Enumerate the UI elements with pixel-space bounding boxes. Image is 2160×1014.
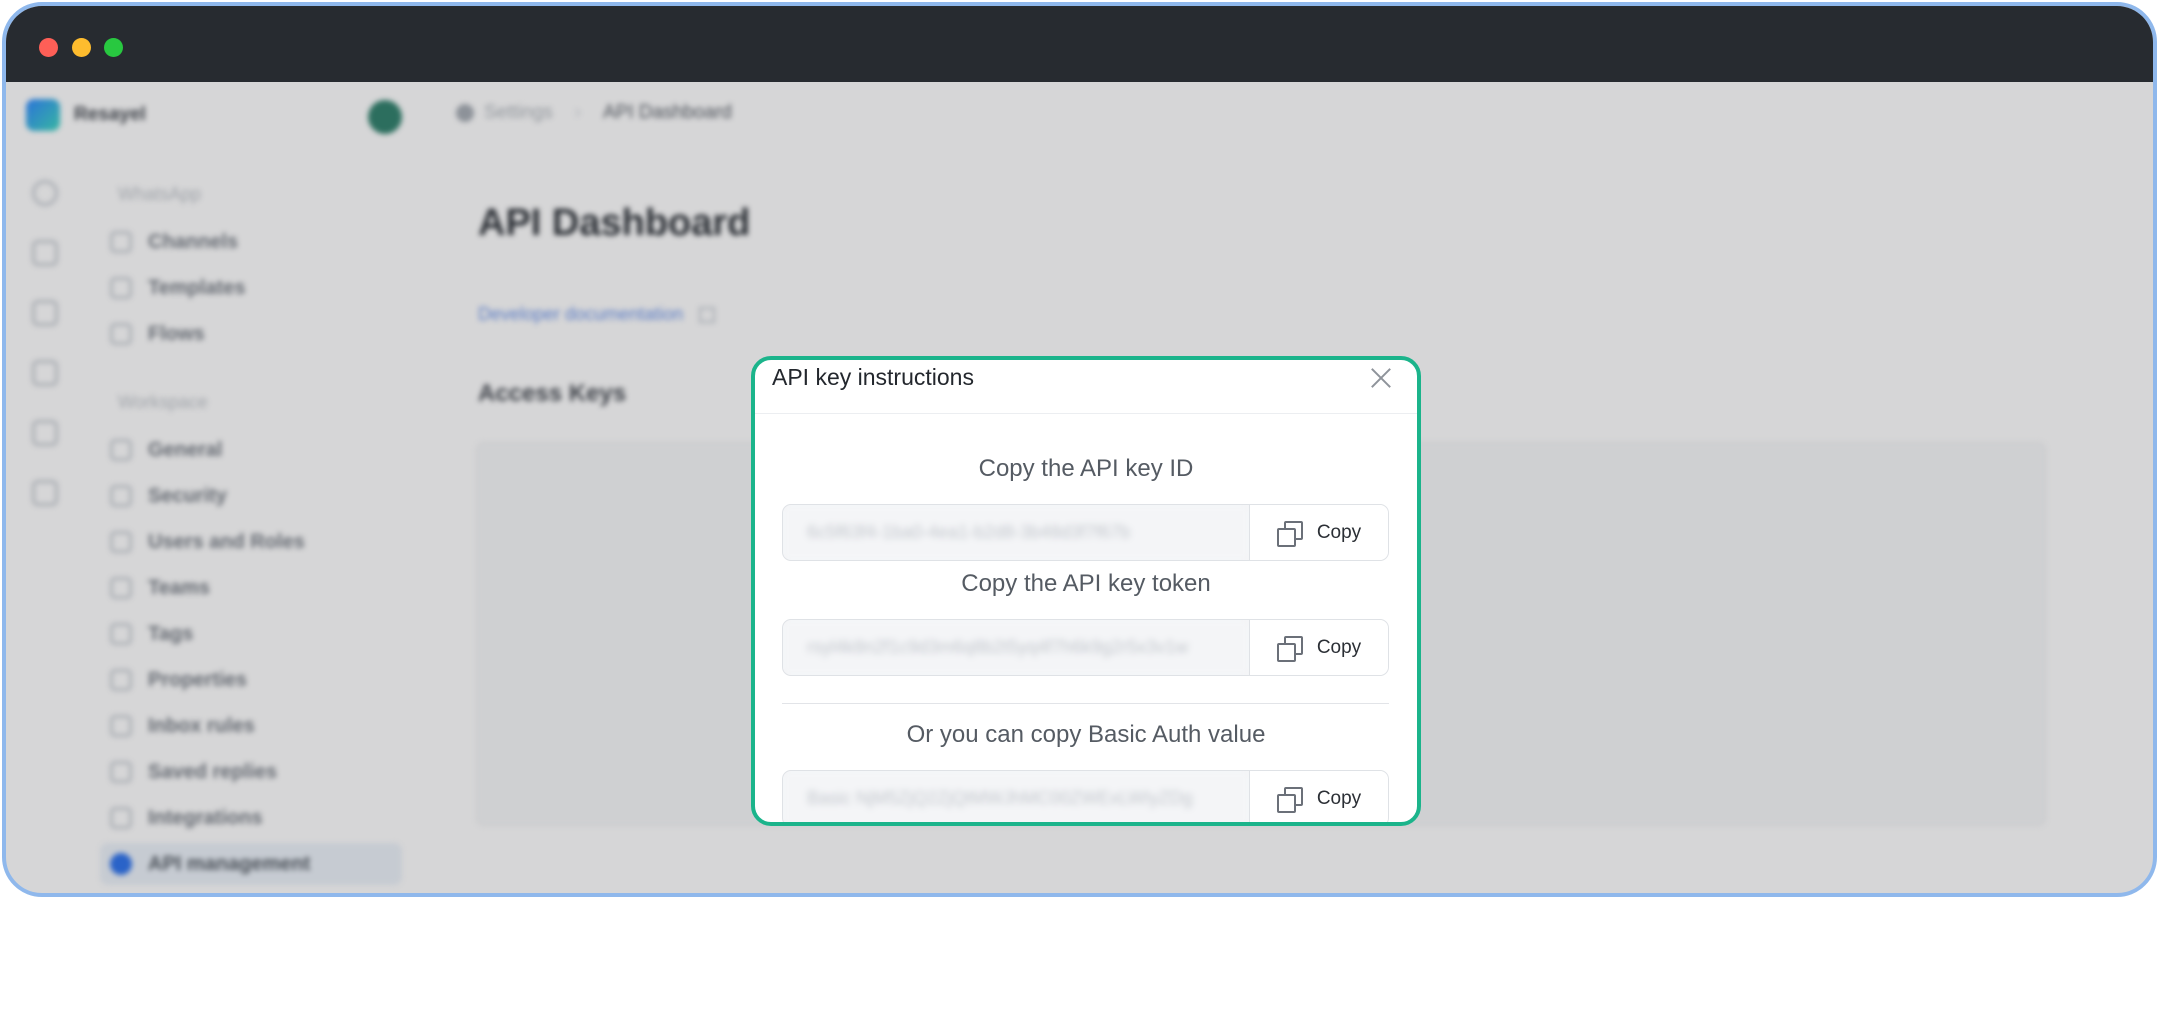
- copy-icon: [1276, 520, 1303, 547]
- sidebar-item-label: Users and Roles: [148, 530, 305, 553]
- shield-icon: [110, 485, 132, 507]
- modal-divider: [782, 703, 1389, 704]
- sidebar-item-channels[interactable]: Channels: [110, 224, 400, 260]
- sidebar-item-templates[interactable]: Templates: [110, 270, 400, 306]
- sidebar-item-label: Security: [148, 484, 227, 507]
- sidebar-item-inbox-rules[interactable]: Inbox rules: [110, 708, 400, 744]
- api-key-id-label: Copy the API key ID: [978, 455, 1194, 482]
- external-link-icon: [699, 306, 716, 323]
- breadcrumb-current: API Dashboard: [602, 102, 732, 123]
- app-body: Resayel WhatsApp Channels Templates Flow…: [6, 82, 2153, 893]
- api-key-id-row: Copy: [782, 504, 1389, 561]
- properties-icon: [110, 669, 132, 691]
- avatar[interactable]: [368, 100, 402, 134]
- copy-basic-auth-button[interactable]: Copy: [1249, 771, 1388, 822]
- sidebar-item-users-and-roles[interactable]: Users and Roles: [110, 524, 400, 560]
- window-titlebar: [6, 6, 2153, 82]
- modal-header: API key instructions: [755, 360, 1417, 414]
- teams-icon: [110, 577, 132, 599]
- contacts-icon[interactable]: [32, 300, 58, 326]
- api-key-instructions-modal: API key instructions Copy the API key ID…: [751, 356, 1421, 826]
- integrations-icon: [110, 807, 132, 829]
- app-window: Resayel WhatsApp Channels Templates Flow…: [2, 2, 2157, 897]
- channels-icon: [110, 231, 132, 253]
- sidebar-item-tags[interactable]: Tags: [110, 616, 400, 652]
- api-key-token-row: Copy: [782, 619, 1389, 676]
- sidebar-item-label: Teams: [148, 576, 210, 599]
- breadcrumb-settings-link[interactable]: Settings: [484, 102, 553, 124]
- chat-icon[interactable]: [32, 240, 58, 266]
- api-key-token-field[interactable]: [783, 620, 1249, 675]
- api-key-id-field[interactable]: [783, 505, 1249, 560]
- sidebar-item-label: Tags: [148, 622, 194, 645]
- developer-documentation-link[interactable]: Developer documentation: [478, 304, 716, 325]
- close-icon[interactable]: [1367, 364, 1395, 392]
- sidebar-item-general[interactable]: General: [110, 432, 400, 468]
- sidebar-item-label: API management: [148, 852, 311, 875]
- doc-link-label: Developer documentation: [478, 304, 684, 324]
- sidebar-item-label: Flows: [148, 322, 205, 345]
- search-icon[interactable]: [32, 180, 58, 206]
- maximize-window-button[interactable]: [104, 38, 123, 57]
- automation-icon[interactable]: [32, 480, 58, 506]
- broadcast-icon[interactable]: [32, 420, 58, 446]
- basic-auth-label: Or you can copy Basic Auth value: [906, 721, 1266, 748]
- sidebar-item-flows[interactable]: Flows: [110, 316, 400, 352]
- brand[interactable]: Resayel: [26, 98, 146, 132]
- minimize-window-button[interactable]: [72, 38, 91, 57]
- modal-title: API key instructions: [772, 364, 974, 390]
- copy-icon: [1276, 635, 1303, 662]
- sidebar-item-properties[interactable]: Properties: [110, 662, 400, 698]
- page-title: API Dashboard: [478, 202, 751, 244]
- reports-icon[interactable]: [32, 360, 58, 386]
- sidebar-item-label: Inbox rules: [148, 714, 255, 737]
- sidebar-item-saved-replies[interactable]: Saved replies: [110, 754, 400, 790]
- copy-button-label: Copy: [1316, 636, 1362, 658]
- api-icon: [110, 853, 132, 875]
- copy-api-key-id-button[interactable]: Copy: [1249, 505, 1388, 560]
- copy-icon: [1276, 786, 1303, 813]
- sidebar-item-teams[interactable]: Teams: [110, 570, 400, 606]
- basic-auth-field[interactable]: [783, 771, 1249, 822]
- sidebar-item-label: Integrations: [148, 806, 263, 829]
- sidebar-item-label: Saved replies: [148, 760, 277, 783]
- breadcrumb-separator: ›: [574, 102, 581, 123]
- api-key-token-label: Copy the API key token: [961, 570, 1211, 597]
- sidebar-item-label: Channels: [148, 230, 239, 253]
- brand-logo-icon: [26, 99, 60, 131]
- document-icon: [110, 277, 132, 299]
- close-window-button[interactable]: [39, 38, 58, 57]
- basic-auth-row: Copy: [782, 770, 1389, 822]
- general-icon: [110, 439, 132, 461]
- users-icon: [110, 531, 132, 553]
- sidebar-item-label: Properties: [148, 668, 247, 691]
- copy-button-label: Copy: [1316, 521, 1362, 543]
- section-label-workspace: Workspace: [118, 392, 208, 412]
- copy-button-label: Copy: [1316, 787, 1362, 809]
- breadcrumb: Settings › API Dashboard: [456, 102, 732, 124]
- inbox-rules-icon: [110, 715, 132, 737]
- copy-api-key-token-button[interactable]: Copy: [1249, 620, 1388, 675]
- sidebar-item-security[interactable]: Security: [110, 478, 400, 514]
- gear-icon: [456, 104, 474, 122]
- sidebar-item-label: Templates: [148, 276, 246, 299]
- brand-name: Resayel: [74, 104, 146, 125]
- sidebar-item-label: General: [148, 438, 223, 461]
- access-keys-heading: Access Keys: [478, 380, 627, 407]
- flows-icon: [110, 323, 132, 345]
- sidebar-item-integrations[interactable]: Integrations: [110, 800, 400, 836]
- tag-icon: [110, 623, 132, 645]
- saved-replies-icon: [110, 761, 132, 783]
- section-label-whatsapp: WhatsApp: [118, 184, 202, 204]
- sidebar-item-api-management[interactable]: API management: [100, 843, 402, 885]
